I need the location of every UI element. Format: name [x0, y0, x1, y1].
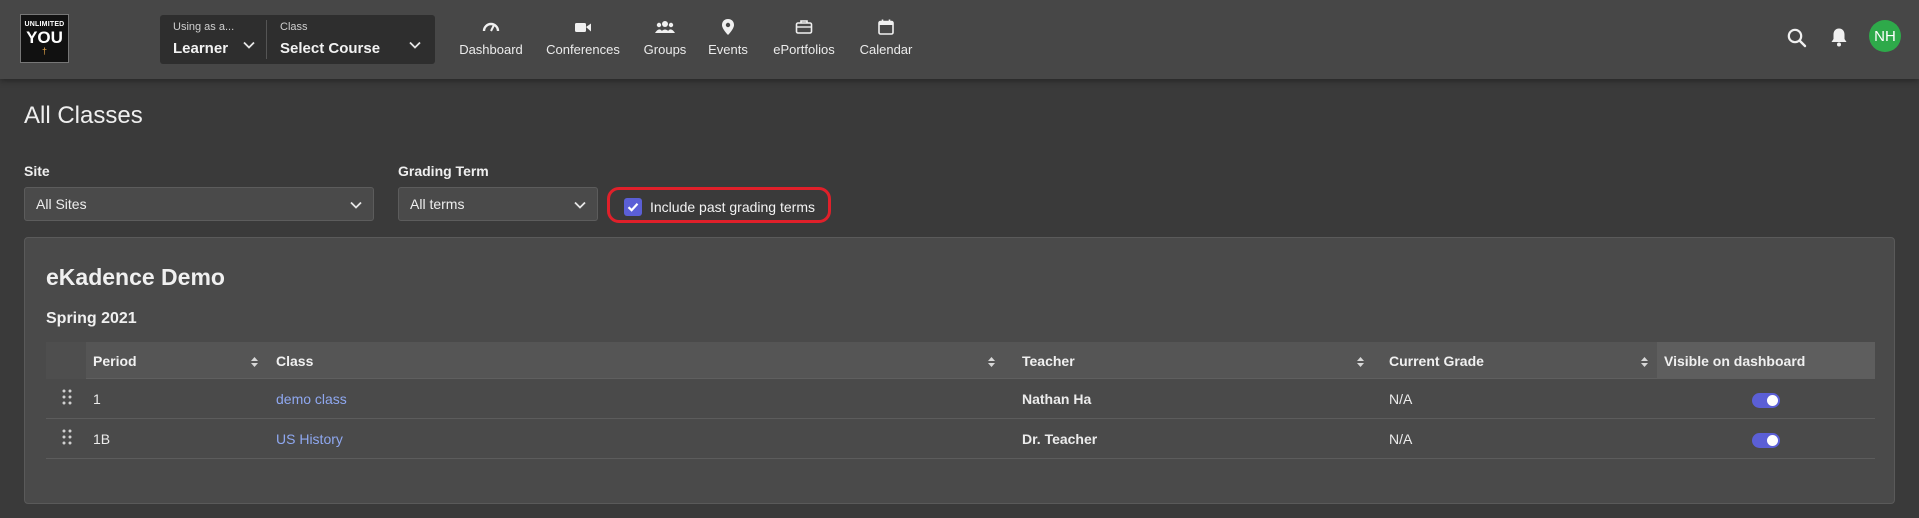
table-row: 1 demo class Nathan Ha N/A: [46, 379, 1875, 419]
bell-icon[interactable]: [1828, 26, 1850, 48]
grading-term-label: Grading Term: [398, 163, 489, 179]
sort-icon: [251, 357, 258, 367]
nav-eportfolios[interactable]: ePortfolios: [771, 18, 837, 62]
include-past-terms-checkbox[interactable]: [624, 198, 642, 216]
class-value: Select Course: [280, 40, 381, 57]
period-cell: 1B: [93, 431, 111, 447]
chevron-down-icon: [350, 201, 362, 209]
sort-icon: [988, 357, 995, 367]
column-label: Period: [93, 353, 137, 369]
grading-term-select[interactable]: All terms: [398, 187, 598, 221]
column-label: Teacher: [1022, 353, 1075, 369]
drag-handle-icon[interactable]: [62, 388, 72, 406]
visible-on-dashboard-toggle[interactable]: [1752, 393, 1780, 408]
chevron-down-icon: [243, 41, 255, 49]
role-caption: Using as a...: [173, 21, 235, 33]
nav-label: Dashboard: [459, 42, 523, 57]
column-header-teacher[interactable]: Teacher: [1016, 342, 1383, 379]
organization-name: eKadence Demo: [46, 264, 225, 290]
chevron-down-icon: [574, 201, 586, 209]
nav-dashboard[interactable]: Dashboard: [459, 18, 523, 62]
nav-label: ePortfolios: [773, 42, 835, 57]
logo-line-1: UNLIMITED: [24, 21, 65, 28]
check-icon: [627, 203, 639, 212]
column-label: Visible on dashboard: [1664, 353, 1806, 369]
term-heading: Spring 2021: [46, 310, 137, 327]
calendar-icon: [878, 19, 894, 35]
drag-column-header: [46, 342, 86, 379]
nav-events[interactable]: Events: [707, 18, 749, 62]
grading-term-value: All terms: [410, 196, 465, 212]
site-filter-label: Site: [24, 163, 50, 179]
role-value: Learner: [173, 40, 229, 57]
column-header-class[interactable]: Class: [269, 342, 1006, 379]
nav-label: Calendar: [859, 42, 913, 57]
column-header-period[interactable]: Period: [86, 342, 269, 379]
column-label: Class: [276, 353, 314, 369]
teacher-cell: Dr. Teacher: [1022, 431, 1098, 447]
period-cell: 1: [93, 391, 101, 407]
organization-card: eKadence Demo Spring 2021 Period Class T…: [24, 237, 1895, 504]
teacher-cell: Nathan Ha: [1022, 391, 1092, 407]
sort-icon: [1641, 357, 1648, 367]
user-avatar[interactable]: NH: [1869, 20, 1901, 52]
class-link[interactable]: demo class: [276, 391, 347, 407]
grade-cell: N/A: [1389, 431, 1413, 447]
drag-handle-icon[interactable]: [62, 428, 72, 446]
chevron-down-icon: [409, 41, 421, 49]
search-icon[interactable]: [1786, 27, 1808, 49]
column-label: Current Grade: [1389, 353, 1484, 369]
nav-conferences[interactable]: Conferences: [546, 18, 620, 62]
site-select-value: All Sites: [36, 196, 87, 212]
class-caption: Class: [280, 21, 308, 33]
nav-groups[interactable]: Groups: [642, 18, 688, 62]
table-header: Period Class Teacher Current Grade Visib…: [46, 342, 1875, 379]
class-selector[interactable]: Class Select Course: [266, 20, 435, 59]
nav-label: Events: [708, 42, 748, 57]
include-past-terms-highlight: Include past grading terms: [607, 187, 831, 223]
table-row: 1B US History Dr. Teacher N/A: [46, 419, 1875, 459]
page-title: All Classes: [24, 102, 143, 129]
logo-mark: †: [41, 46, 47, 56]
include-past-terms-label[interactable]: Include past grading terms: [650, 199, 815, 215]
nav-label: Groups: [643, 42, 687, 57]
context-switcher: Using as a... Learner Class Select Cours…: [160, 15, 435, 64]
top-bar: UNLIMITED YOU † Using as a... Learner Cl…: [0, 0, 1919, 79]
class-link[interactable]: US History: [276, 431, 343, 447]
app-logo[interactable]: UNLIMITED YOU †: [20, 14, 69, 63]
site-select[interactable]: All Sites: [24, 187, 374, 221]
nav-label: Conferences: [546, 42, 620, 57]
map-pin-icon: [722, 19, 734, 35]
grade-cell: N/A: [1389, 391, 1413, 407]
nav-calendar[interactable]: Calendar: [858, 18, 914, 62]
gauge-icon: [482, 22, 500, 32]
role-selector[interactable]: Using as a... Learner: [160, 15, 266, 64]
briefcase-icon: [795, 20, 813, 34]
users-icon: [655, 21, 675, 33]
avatar-initials: NH: [1874, 27, 1896, 45]
video-camera-icon: [575, 23, 591, 32]
sort-icon: [1357, 357, 1364, 367]
logo-line-2: YOU: [26, 28, 63, 47]
visible-on-dashboard-toggle[interactable]: [1752, 433, 1780, 448]
column-header-visible-on-dashboard: Visible on dashboard: [1657, 342, 1875, 379]
column-header-current-grade[interactable]: Current Grade: [1383, 342, 1657, 379]
